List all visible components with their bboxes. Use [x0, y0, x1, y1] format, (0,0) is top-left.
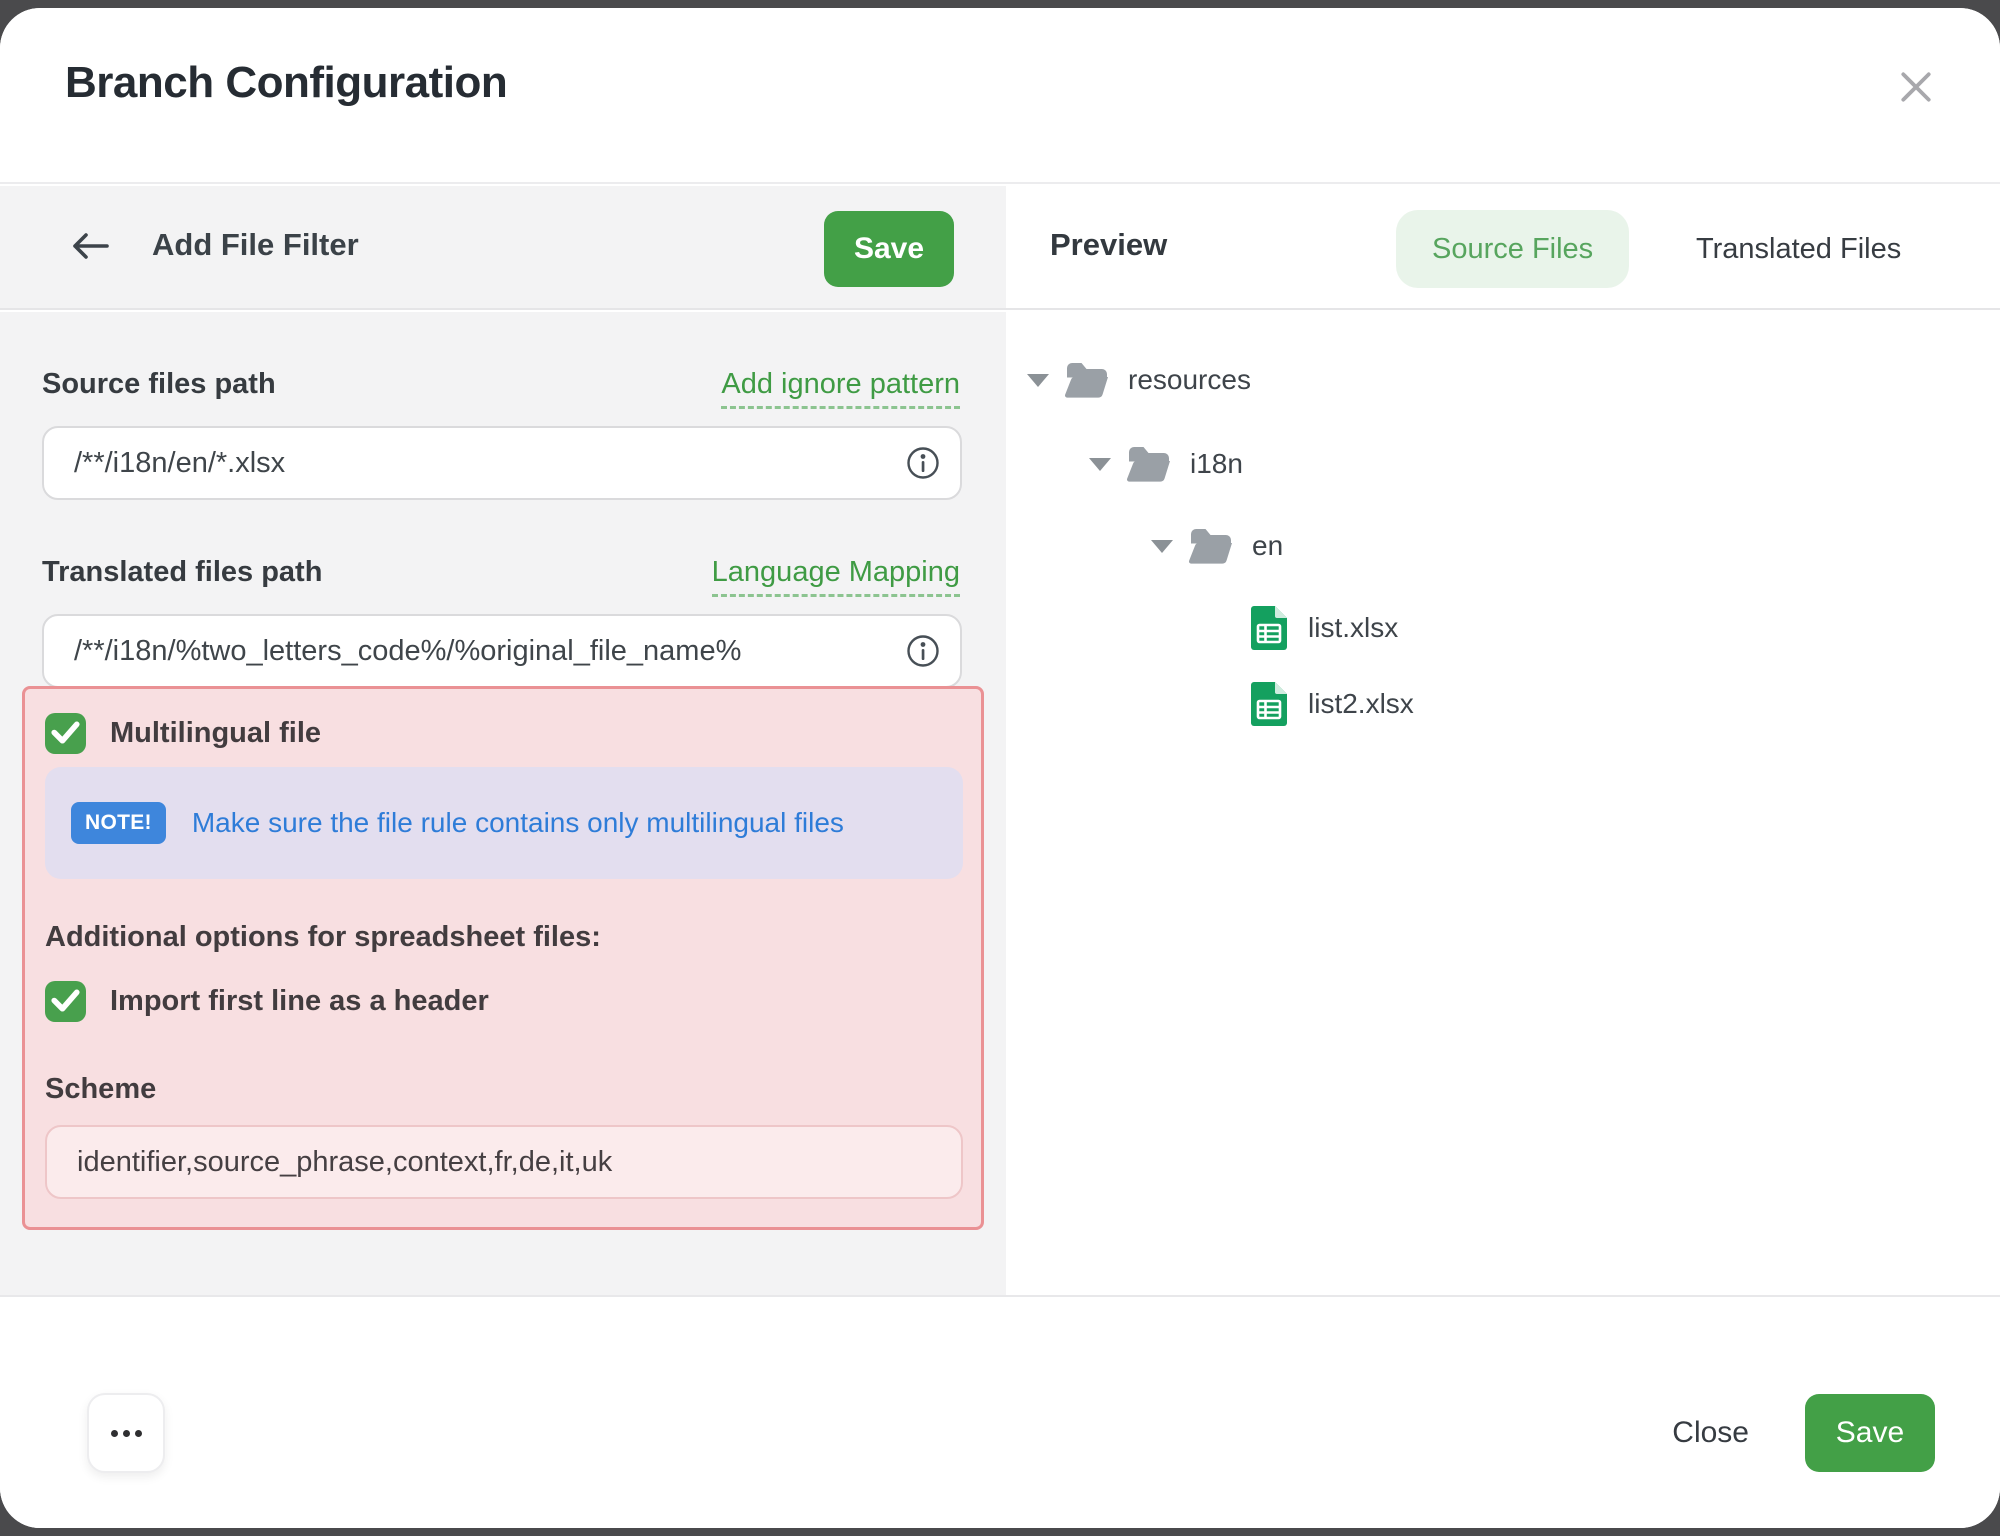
chevron-down-icon[interactable] — [1088, 457, 1112, 471]
filter-panel-heading: Add File Filter — [152, 227, 359, 263]
spreadsheet-options-heading: Additional options for spreadsheet files… — [45, 921, 601, 954]
language-mapping-link[interactable]: Language Mapping — [712, 556, 960, 597]
tree-label: list.xlsx — [1308, 612, 1398, 644]
arrow-left-icon — [68, 230, 110, 265]
tree-row-list2-xlsx[interactable]: list2.xlsx — [1006, 672, 1414, 736]
tree-row-en[interactable]: en — [1006, 514, 1283, 578]
note-text: Make sure the file rule contains only mu… — [192, 807, 844, 839]
tree-label: list2.xlsx — [1308, 688, 1414, 720]
multilingual-file-checkbox[interactable] — [45, 713, 86, 754]
scheme-label: Scheme — [45, 1073, 156, 1106]
multilingual-options-section: Multilingual file NOTE! Make sure the fi… — [22, 686, 984, 1230]
chevron-down-icon[interactable] — [1026, 373, 1050, 387]
save-dialog-button[interactable]: Save — [1805, 1394, 1935, 1472]
add-ignore-pattern-link[interactable]: Add ignore pattern — [721, 368, 960, 409]
dialog-footer: Close Save — [0, 1295, 2000, 1528]
tree-label: resources — [1128, 364, 1251, 396]
close-icon — [1898, 69, 1934, 108]
folder-icon — [1064, 360, 1110, 400]
chevron-down-icon[interactable] — [1150, 539, 1174, 553]
import-header-label: Import first line as a header — [110, 985, 489, 1018]
close-button[interactable] — [1894, 66, 1938, 110]
checkmark-icon — [45, 711, 86, 757]
toolbar-row: Add File Filter Save Preview Source File… — [0, 186, 2000, 310]
tab-translated-files[interactable]: Translated Files — [1660, 210, 1937, 288]
close-dialog-button[interactable]: Close — [1672, 1416, 1749, 1450]
tab-source-files[interactable]: Source Files — [1396, 210, 1629, 288]
checkmark-icon — [45, 979, 86, 1025]
scheme-input[interactable] — [45, 1125, 963, 1199]
import-header-checkbox[interactable] — [45, 981, 86, 1022]
multilingual-note: NOTE! Make sure the file rule contains o… — [45, 767, 963, 879]
source-files-path-label: Source files path — [42, 368, 276, 401]
back-button[interactable] — [68, 230, 112, 264]
dialog-title: Branch Configuration — [65, 58, 507, 108]
source-files-path-input[interactable] — [42, 426, 962, 500]
branch-configuration-dialog: Branch Configuration Add File Filter Sav… — [0, 8, 2000, 1528]
spreadsheet-file-icon — [1250, 681, 1288, 727]
tree-label: en — [1252, 530, 1283, 562]
translated-files-path-input[interactable] — [42, 614, 962, 688]
ellipsis-icon — [111, 1430, 142, 1437]
filter-save-button[interactable]: Save — [824, 211, 954, 287]
tree-row-resources[interactable]: resources — [1006, 348, 1251, 412]
tree-row-i18n[interactable]: i18n — [1006, 432, 1243, 496]
dialog-header: Branch Configuration — [0, 8, 2000, 184]
import-header-checkbox-row[interactable]: Import first line as a header — [45, 981, 489, 1022]
translated-files-path-label: Translated files path — [42, 556, 322, 589]
folder-icon — [1126, 444, 1172, 484]
multilingual-file-label: Multilingual file — [110, 717, 321, 750]
more-options-button[interactable] — [87, 1393, 165, 1473]
preview-title: Preview — [1050, 227, 1167, 263]
note-badge: NOTE! — [71, 802, 166, 844]
tree-label: i18n — [1190, 448, 1243, 480]
folder-icon — [1188, 526, 1234, 566]
spreadsheet-file-icon — [1250, 605, 1288, 651]
filter-form: Source files path Add ignore pattern Tra… — [0, 312, 1006, 1295]
tree-row-list-xlsx[interactable]: list.xlsx — [1006, 596, 1398, 660]
multilingual-file-checkbox-row[interactable]: Multilingual file — [45, 713, 321, 754]
